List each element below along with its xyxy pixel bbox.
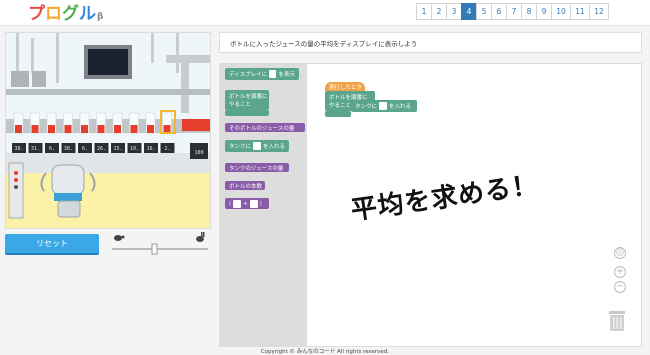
bottle-display-value: 10. [130, 146, 139, 152]
page-2-button[interactable]: 2 [431, 3, 447, 20]
bottle-display-value: 2. [164, 146, 170, 152]
bottle-juice [97, 125, 105, 133]
workspace-repeat-footer [325, 111, 351, 117]
speed-slider-handle[interactable] [151, 243, 158, 255]
repeat-block-footer [225, 110, 269, 116]
bottle-juice [147, 125, 154, 133]
bottle-juice [64, 125, 72, 133]
bottle-display-value: 31. [31, 146, 40, 152]
page-4-button[interactable]: 4 [461, 3, 477, 20]
logo-text: プログル [28, 4, 96, 24]
factory-illustration: 38. 31. 6. 38. 6. 26. 15. 10. 16. 2. 100 [6, 33, 210, 228]
speed-control [110, 232, 210, 256]
bottle-juice [31, 125, 39, 133]
tank-add-block[interactable]: タンクに を入れる [225, 140, 289, 152]
header: プログル β 1 2 3 4 5 6 7 8 9 10 11 12 [0, 0, 650, 26]
bottle-display-value: 6. [49, 146, 55, 152]
page-3-button[interactable]: 3 [446, 3, 462, 20]
page-8-button[interactable]: 8 [521, 3, 537, 20]
display-block[interactable]: ディスプレイに を表示 [225, 68, 299, 80]
bottle-juice [81, 125, 88, 133]
bottle-display-value: 26. [97, 146, 106, 152]
workspace-tank-block[interactable]: タンクに を入れる [351, 100, 417, 112]
bottle-juice [48, 125, 55, 133]
page-selector: 1 2 3 4 5 6 7 8 9 10 11 12 [416, 3, 609, 20]
turtle-icon [114, 235, 125, 241]
tank-juice-block[interactable]: タンクのジュースの量 [225, 163, 289, 172]
page-11-button[interactable]: 11 [570, 3, 590, 20]
bottle-display-value: 38. [14, 146, 23, 152]
reset-button[interactable]: リセット [5, 234, 99, 255]
trash-icon[interactable] [607, 308, 627, 332]
bottle-display-value: 6. [82, 146, 88, 152]
juice-amount-block[interactable]: そのボトルのジュースの量 [225, 123, 305, 132]
bottle-display-value: 16. [146, 146, 155, 152]
repeat-bottles-block[interactable]: ボトルを順番に やること [225, 90, 269, 110]
bottle-juice [114, 125, 121, 133]
page-6-button[interactable]: 6 [491, 3, 507, 20]
page-7-button[interactable]: 7 [506, 3, 522, 20]
bottle-juice [130, 125, 138, 133]
page-1-button[interactable]: 1 [416, 3, 432, 20]
instruction-box: ボトルに入ったジュースの量の平均をディスプレイに表示しよう [219, 32, 642, 53]
speed-slider-track[interactable] [112, 248, 208, 250]
recenter-icon[interactable]: ◎ [614, 247, 626, 259]
zoom-out-icon[interactable]: − [614, 281, 626, 293]
bottle-juice [163, 125, 171, 133]
logo-beta: β [97, 12, 104, 22]
run-hat-block[interactable]: 実行したとき [325, 82, 365, 91]
add-operator-block[interactable]: (+) [225, 198, 269, 209]
rabbit-icon [196, 232, 205, 242]
bottle-count-block[interactable]: ボトルの本数 [225, 181, 265, 190]
zoom-in-icon[interactable]: + [614, 266, 626, 278]
app-logo[interactable]: プログル β [28, 2, 103, 24]
counter-text: 100 [194, 150, 203, 156]
bottle-display-value: 15. [113, 146, 122, 152]
page-10-button[interactable]: 10 [551, 3, 571, 20]
page-9-button[interactable]: 9 [536, 3, 552, 20]
bottle-display-value: 38. [64, 146, 73, 152]
page-5-button[interactable]: 5 [476, 3, 492, 20]
factory-scene: 38. 31. 6. 38. 6. 26. 15. 10. 16. 2. 100 [5, 32, 211, 229]
page-12-button[interactable]: 12 [589, 3, 609, 20]
block-toolbox: ディスプレイに を表示 ボトルを順番に やること そのボトルのジュースの量 タンク… [220, 64, 307, 346]
bottle-juice [15, 125, 22, 133]
